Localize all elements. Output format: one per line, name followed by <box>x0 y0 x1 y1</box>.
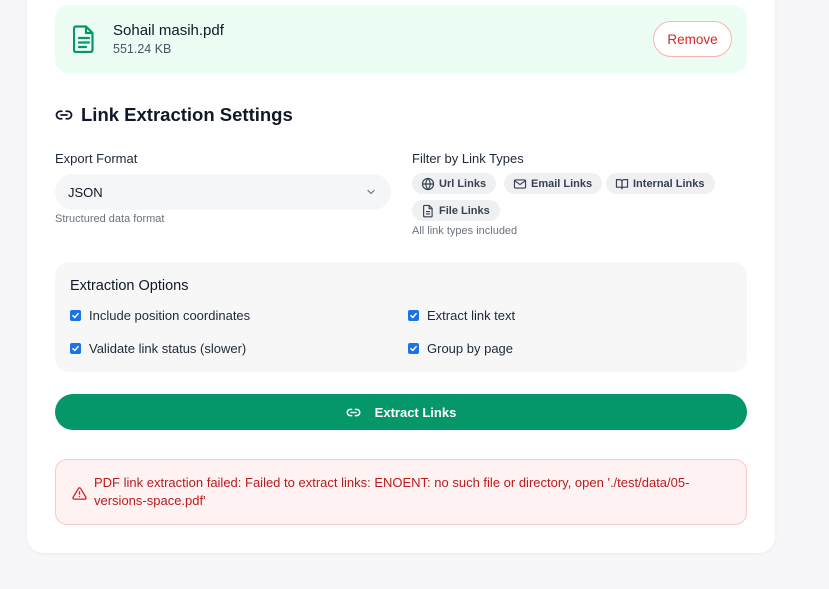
extract-links-button[interactable]: Extract Links <box>55 394 747 430</box>
chip-file-links[interactable]: File Links <box>412 200 500 221</box>
extraction-options-title: Extraction Options <box>70 278 189 294</box>
filter-hint: All link types included <box>412 225 518 237</box>
export-format-label: Export Format <box>55 151 138 166</box>
link-icon <box>346 408 361 416</box>
checkbox-checked[interactable] <box>70 343 81 354</box>
option-label: Validate link status (slower) <box>89 341 247 356</box>
remove-file-button[interactable]: Remove <box>653 21 732 57</box>
checkmark-icon <box>410 312 417 319</box>
export-format-hint: Structured data format <box>55 213 165 225</box>
chevron-down-icon <box>367 189 375 195</box>
checkbox-checked[interactable] <box>408 310 419 321</box>
uploaded-file-box: Sohail masih.pdf 551.24 KB Remove <box>55 5 747 73</box>
export-format-value: JSON <box>68 184 103 200</box>
option-extract-link-text[interactable]: Extract link text <box>408 308 515 323</box>
section-title: Link Extraction Settings <box>55 104 293 126</box>
option-label: Extract link text <box>427 308 516 323</box>
book-icon <box>615 178 629 189</box>
chip-email-links[interactable]: Email Links <box>504 173 603 194</box>
warning-icon <box>72 487 87 500</box>
extraction-options-panel: Extraction Options Include position coor… <box>55 262 747 372</box>
file-size: 551.24 KB <box>113 42 172 56</box>
chip-internal-links[interactable]: Internal Links <box>606 173 715 194</box>
checkmark-icon <box>410 345 417 352</box>
checkbox-checked[interactable] <box>70 310 81 321</box>
chip-label: Url Links <box>439 177 487 190</box>
file-icon <box>423 204 433 217</box>
checkmark-icon <box>72 312 79 319</box>
globe-icon <box>421 177 435 190</box>
option-group-by-page[interactable]: Group by page <box>408 341 513 356</box>
extract-links-label: Extract Links <box>374 404 457 420</box>
chip-url-links[interactable]: Url Links <box>412 173 497 194</box>
chip-label: Internal Links <box>633 177 705 190</box>
file-name: Sohail masih.pdf <box>113 22 224 39</box>
chip-label: Email Links <box>531 177 593 190</box>
error-alert: PDF link extraction failed: Failed to ex… <box>55 459 747 525</box>
option-validate-link-status[interactable]: Validate link status (slower) <box>70 341 246 356</box>
error-message: PDF link extraction failed: Failed to ex… <box>94 475 690 508</box>
option-include-position-coordinates[interactable]: Include position coordinates <box>70 308 250 323</box>
document-icon <box>73 25 94 53</box>
checkmark-icon <box>72 345 79 352</box>
chip-label: File Links <box>439 204 490 217</box>
filter-label: Filter by Link Types <box>412 151 524 166</box>
export-format-select[interactable]: JSON <box>55 174 391 210</box>
link-icon <box>55 110 73 120</box>
section-title-text: Link Extraction Settings <box>81 104 293 125</box>
option-label: Group by page <box>427 341 514 356</box>
mail-icon <box>513 178 527 189</box>
option-label: Include position coordinates <box>89 308 251 323</box>
checkbox-checked[interactable] <box>408 343 419 354</box>
